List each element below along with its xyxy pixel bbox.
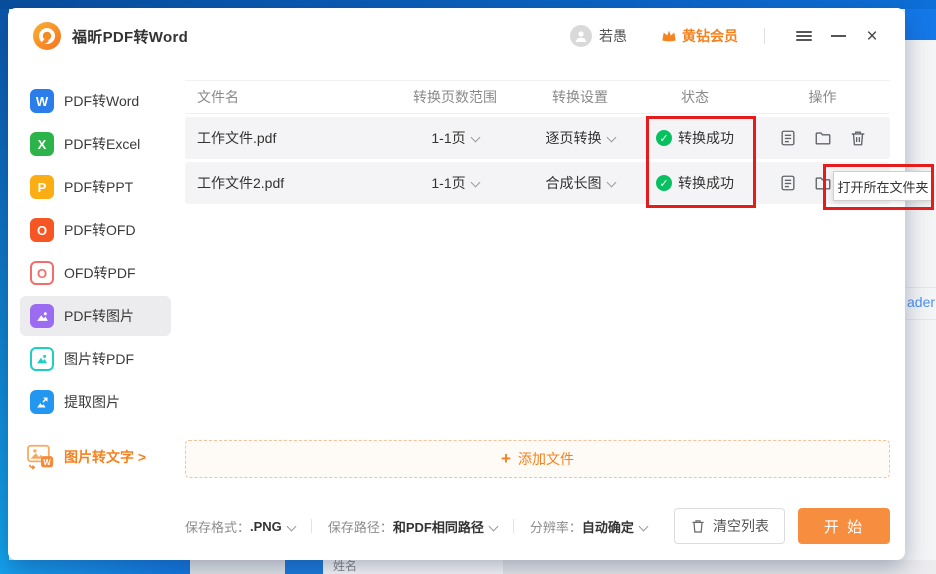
sidebar-item-ofd-to-pdf[interactable]: O OFD转PDF <box>20 253 171 293</box>
vip-label: 黄钻会员 <box>682 26 738 46</box>
header-setting: 转换设置 <box>525 87 635 107</box>
page-range-select[interactable]: 1-1页 <box>431 175 478 191</box>
view-result-icon[interactable] <box>778 128 798 148</box>
file-name: 工作文件.pdf <box>185 128 385 148</box>
username[interactable]: 若愚 <box>599 26 627 46</box>
chevron-down-icon <box>470 133 480 143</box>
person-icon <box>574 29 588 43</box>
sidebar-item-pdf-to-ofd[interactable]: O PDF转OFD <box>20 210 171 250</box>
desktop: ader 姓名 福昕PDF转Word <box>0 0 936 574</box>
sidebar-item-pdf-to-word[interactable]: W PDF转Word <box>20 81 171 121</box>
sidebar-item-image-to-text[interactable]: W 图片转文字 > <box>26 444 171 470</box>
background-window-bottom: 姓名 <box>0 560 936 574</box>
view-result-icon[interactable] <box>778 173 798 193</box>
image-icon <box>30 304 54 328</box>
save-format-select[interactable]: 保存格式： .PNG <box>185 517 295 536</box>
sidebar-item-pdf-to-ppt[interactable]: P PDF转PPT <box>20 167 171 207</box>
ofd-to-pdf-icon: O <box>30 261 54 285</box>
excel-icon: X <box>30 132 54 156</box>
app-logo-icon <box>32 21 62 51</box>
chevron-down-icon <box>286 521 296 531</box>
open-folder-icon[interactable] <box>813 173 833 193</box>
chevron-down-icon <box>606 133 616 143</box>
word-icon: W <box>30 89 54 113</box>
header-status: 状态 <box>635 87 755 107</box>
add-file-button[interactable]: + 添加文件 <box>185 440 890 478</box>
status-badge: ✓ 转换成功 <box>635 173 755 193</box>
save-path-select[interactable]: 保存路径： 和PDF相同路径 <box>328 517 497 536</box>
chevron-down-icon <box>638 521 648 531</box>
delete-icon[interactable] <box>848 128 868 148</box>
main-content: 文件名 转换页数范围 转换设置 状态 操作 工作文件.pdf 1-1页 逐页转换… <box>185 64 905 560</box>
sidebar-item-image-to-pdf[interactable]: 图片转PDF <box>20 339 171 379</box>
page-range-select[interactable]: 1-1页 <box>431 130 478 146</box>
menu-button[interactable] <box>791 23 817 49</box>
table-header-row: 文件名 转换页数范围 转换设置 状态 操作 <box>185 80 890 114</box>
open-folder-icon[interactable] <box>813 128 833 148</box>
minimize-button[interactable] <box>825 23 851 49</box>
background-link-fragment: ader <box>907 294 935 310</box>
plus-icon: + <box>501 449 511 469</box>
titlebar: 福昕PDF转Word 若愚 黄钻会员 × <box>8 8 905 64</box>
trash-icon <box>690 518 706 534</box>
app-title: 福昕PDF转Word <box>72 26 188 47</box>
app-window: 福昕PDF转Word 若愚 黄钻会员 × <box>8 8 905 560</box>
extract-image-icon <box>30 390 54 414</box>
table-row: 工作文件.pdf 1-1页 逐页转换 ✓ 转换成功 <box>185 117 890 159</box>
background-blue-header <box>905 9 936 40</box>
header-filename: 文件名 <box>185 87 385 107</box>
sidebar-item-pdf-to-image[interactable]: PDF转图片 <box>20 296 171 336</box>
file-name: 工作文件2.pdf <box>185 173 385 193</box>
status-badge: ✓ 转换成功 <box>635 128 755 148</box>
success-check-icon: ✓ <box>656 175 672 191</box>
ppt-icon: P <box>30 175 54 199</box>
convert-setting-select[interactable]: 逐页转换 <box>546 130 615 146</box>
image-to-pdf-icon <box>30 347 54 371</box>
close-button[interactable]: × <box>859 23 885 49</box>
vip-member-link[interactable]: 黄钻会员 <box>661 26 738 46</box>
sidebar-item-extract-image[interactable]: 提取图片 <box>20 382 171 422</box>
sidebar-item-pdf-to-excel[interactable]: X PDF转Excel <box>20 124 171 164</box>
open-folder-tooltip: 打开所在文件夹 <box>833 171 933 201</box>
user-avatar[interactable] <box>570 25 592 47</box>
ofd-icon: O <box>30 218 54 242</box>
success-check-icon: ✓ <box>656 130 672 146</box>
ocr-icon: W <box>26 444 56 470</box>
clear-list-button[interactable]: 清空列表 <box>674 508 785 544</box>
header-actions: 操作 <box>755 87 890 107</box>
table-row: 工作文件2.pdf 1-1页 合成长图 ✓ 转换成功 <box>185 162 890 204</box>
background-form-fragment: 姓名 <box>323 560 503 574</box>
convert-setting-select[interactable]: 合成长图 <box>546 175 615 191</box>
svg-text:W: W <box>43 458 51 467</box>
chevron-down-icon <box>488 521 498 531</box>
background-window-right: ader <box>905 9 936 560</box>
ocr-label: 图片转文字 > <box>64 447 146 467</box>
footer-bar: 保存格式： .PNG 保存路径： 和PDF相同路径 分辨率： 自动确定 <box>185 508 890 544</box>
header-range: 转换页数范围 <box>385 87 525 107</box>
file-table: 文件名 转换页数范围 转换设置 状态 操作 工作文件.pdf 1-1页 逐页转换… <box>185 80 890 204</box>
sidebar: W PDF转Word X PDF转Excel P PDF转PPT O PDF转O… <box>8 64 185 560</box>
start-button[interactable]: 开 始 <box>798 508 890 544</box>
chevron-down-icon <box>470 178 480 188</box>
chevron-down-icon <box>606 178 616 188</box>
crown-icon <box>661 29 677 43</box>
resolution-select[interactable]: 分辨率： 自动确定 <box>530 517 647 536</box>
